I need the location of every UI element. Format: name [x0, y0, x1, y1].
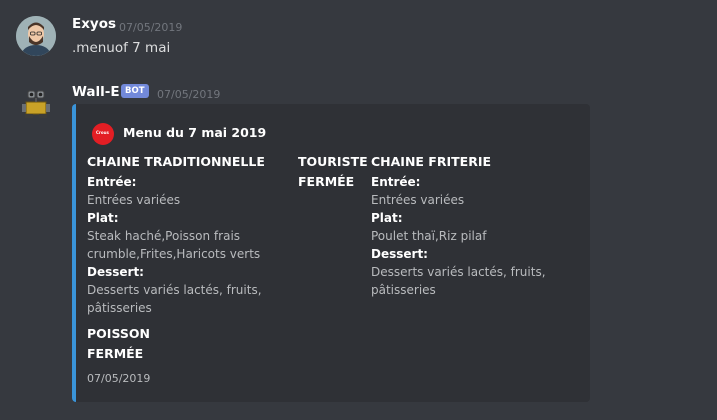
message-author[interactable]: Wall-E — [72, 84, 120, 100]
plat-value: Poulet thaï,Riz pilaf — [371, 229, 487, 243]
field-status-poisson: FERMÉE — [87, 346, 144, 361]
man-portrait-icon — [16, 16, 56, 56]
crous-logo-icon: Crous — [92, 123, 114, 145]
embed-footer-timestamp: 07/05/2019 — [87, 372, 151, 385]
bot-badge: BOT — [121, 84, 149, 98]
message-author[interactable]: Exyos — [72, 16, 116, 32]
entree-label: Entrée: — [87, 175, 137, 189]
field-status-touriste: FERMÉE — [298, 174, 355, 189]
dessert-label: Dessert: — [87, 265, 144, 279]
robot-icon — [22, 90, 50, 118]
dessert-value: pâtisseries — [371, 283, 436, 297]
dessert-value: Desserts variés lactés, fruits, — [371, 265, 546, 279]
field-heading-touriste: TOURISTE — [298, 154, 368, 169]
message-text: .menuof 7 mai — [72, 40, 171, 56]
user-avatar[interactable] — [16, 16, 56, 56]
field-heading-friterie: CHAINE FRITERIE — [371, 154, 492, 169]
field-heading-traditional: CHAINE TRADITIONNELLE — [87, 154, 265, 169]
plat-label: Plat: — [87, 211, 119, 225]
bot-avatar[interactable] — [16, 82, 56, 122]
dessert-value: Desserts variés lactés, fruits, — [87, 283, 262, 297]
entree-value: Entrées variées — [87, 193, 181, 207]
field-heading-poisson: POISSON — [87, 326, 150, 341]
entree-value: Entrées variées — [371, 193, 465, 207]
plat-value: Steak haché,Poisson frais — [87, 229, 241, 243]
dessert-label: Dessert: — [371, 247, 428, 261]
message-timestamp: 07/05/2019 — [119, 21, 183, 34]
message-timestamp: 07/05/2019 — [157, 88, 221, 101]
plat-value: crumble,Frites,Haricots verts — [87, 247, 261, 261]
dessert-value: pâtisseries — [87, 301, 152, 315]
embed-title: Menu du 7 mai 2019 — [123, 125, 267, 140]
menu-embed: Crous Menu du 7 mai 2019 CHAINE TRADITIO… — [72, 104, 590, 402]
plat-label: Plat: — [371, 211, 403, 225]
entree-label: Entrée: — [371, 175, 421, 189]
